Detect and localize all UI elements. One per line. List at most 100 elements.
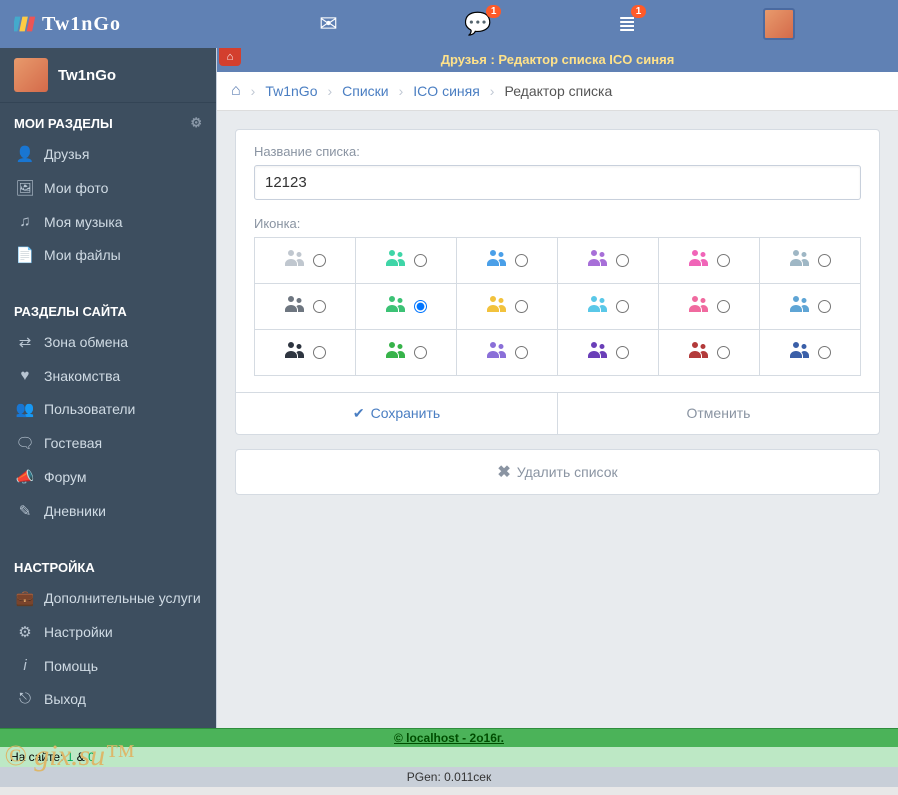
breadcrumb-current: Редактор списка (504, 83, 612, 99)
logo-icon (14, 13, 36, 35)
icon-radio[interactable] (515, 346, 528, 359)
icon-radio[interactable] (616, 346, 629, 359)
sidebar-item-users[interactable]: 👥Пользователи (0, 392, 216, 426)
people-icon (790, 296, 810, 317)
sidebar-section-personal: МОИ РАЗДЕЛЫ ⚙ (0, 103, 216, 137)
icon-option[interactable] (558, 238, 659, 284)
pencil-icon: ✎ (14, 502, 36, 520)
icon-radio[interactable] (616, 300, 629, 313)
sidebar-user[interactable]: Tw1nGo (0, 48, 216, 103)
people-icon (689, 342, 709, 363)
icon-option[interactable] (255, 330, 356, 376)
brand-text: Tw1nGo (42, 13, 121, 36)
page-title-bar: ⌂ Друзья : Редактор списка ICO синяя (217, 48, 898, 72)
gear-icon[interactable]: ⚙ (190, 115, 202, 131)
sidebar-section-site: РАЗДЕЛЫ САЙТА (0, 292, 216, 325)
icon-option[interactable] (558, 284, 659, 330)
icon-radio[interactable] (515, 300, 528, 313)
icon-option[interactable] (760, 284, 861, 330)
icon-option[interactable] (760, 238, 861, 284)
icon-radio[interactable] (717, 300, 730, 313)
list-name-input[interactable] (254, 165, 861, 200)
sidebar-item-photos[interactable]: 🖼Мои фото (0, 171, 216, 205)
sidebar-item-files[interactable]: 📄Мои файлы (0, 238, 216, 272)
chat-button[interactable]: 💬 1 (464, 11, 491, 37)
chevron-right-icon: › (247, 83, 260, 99)
sidebar-item-guestbook[interactable]: 🗨Гостевая (0, 426, 216, 460)
icon-option[interactable] (558, 330, 659, 376)
profile-button[interactable] (763, 8, 795, 40)
envelope-icon: ✉ (319, 11, 337, 37)
icon-radio[interactable] (414, 346, 427, 359)
sidebar-item-exchange[interactable]: ⇄Зона обмена (0, 325, 216, 359)
icon-option[interactable] (457, 284, 558, 330)
notif-badge: 1 (631, 5, 647, 18)
sidebar-item-help[interactable]: iПомощь (0, 649, 216, 682)
breadcrumb-link[interactable]: Tw1nGo (265, 83, 317, 99)
icon-radio[interactable] (818, 346, 831, 359)
save-button[interactable]: ✔Сохранить (236, 393, 558, 434)
exchange-icon: ⇄ (14, 333, 36, 351)
people-icon: 👥 (14, 400, 36, 418)
icon-grid (254, 237, 861, 376)
sidebar-item-friends[interactable]: 👤Друзья (0, 137, 216, 171)
breadcrumb-link[interactable]: Списки (342, 83, 388, 99)
home-icon[interactable]: ⌂ (231, 82, 241, 100)
avatar-icon (763, 8, 795, 40)
close-icon: ✖ (497, 464, 510, 481)
music-icon: ♫ (14, 213, 36, 230)
icon-radio[interactable] (616, 254, 629, 267)
icon-option[interactable] (255, 284, 356, 330)
icon-radio[interactable] (818, 254, 831, 267)
people-icon (386, 250, 406, 271)
sidebar-item-blog[interactable]: ✎Дневники (0, 494, 216, 528)
sidebar-item-services[interactable]: 💼Дополнительные услуги (0, 581, 216, 615)
people-icon (386, 342, 406, 363)
people-icon (588, 296, 608, 317)
icon-radio[interactable] (414, 300, 427, 313)
icon-option[interactable] (659, 238, 760, 284)
icon-option[interactable] (659, 330, 760, 376)
footer-copyright[interactable]: © localhost - 2o16г. (0, 728, 898, 747)
icon-option[interactable] (356, 330, 457, 376)
icon-option[interactable] (356, 284, 457, 330)
brand-logo[interactable]: Tw1nGo (0, 13, 216, 36)
user-icon: 👤 (14, 145, 36, 163)
sidebar-item-logout[interactable]: ⎋Выход (0, 682, 216, 715)
people-icon (285, 296, 305, 317)
sidebar-item-forum[interactable]: 📣Форум (0, 460, 216, 494)
people-icon (588, 250, 608, 271)
icon-radio[interactable] (818, 300, 831, 313)
home-badge-icon[interactable]: ⌂ (219, 48, 241, 66)
icon-label: Иконка: (254, 216, 861, 231)
icon-radio[interactable] (313, 346, 326, 359)
icon-option[interactable] (457, 238, 558, 284)
cancel-button[interactable]: Отменить (558, 393, 879, 434)
icon-radio[interactable] (717, 254, 730, 267)
sidebar-item-dating[interactable]: ♥Знакомства (0, 359, 216, 392)
people-icon (790, 250, 810, 271)
main-content: ⌂ Друзья : Редактор списка ICO синяя ⌂ ›… (216, 48, 898, 728)
icon-option[interactable] (457, 330, 558, 376)
icon-radio[interactable] (414, 254, 427, 267)
people-icon (386, 296, 406, 317)
footer-stats: На сайте: 1 & 0 © gix.su™ (0, 747, 898, 767)
icon-radio[interactable] (717, 346, 730, 359)
delete-list-button[interactable]: ✖Удалить список (235, 449, 880, 495)
icon-radio[interactable] (313, 300, 326, 313)
file-icon: 📄 (14, 246, 36, 264)
notifications-button[interactable]: ≣ 1 (618, 11, 636, 37)
icon-option[interactable] (255, 238, 356, 284)
icon-option[interactable] (760, 330, 861, 376)
breadcrumb-link[interactable]: ICO синяя (413, 83, 480, 99)
icon-option[interactable] (356, 238, 457, 284)
messages-button[interactable]: ✉ (319, 11, 337, 37)
sidebar-item-music[interactable]: ♫Моя музыка (0, 205, 216, 238)
icon-option[interactable] (659, 284, 760, 330)
icon-radio[interactable] (515, 254, 528, 267)
sidebar-section-settings: НАСТРОЙКА (0, 548, 216, 581)
list-editor-card: Название списка: Иконка: ✔Сохранить Отме… (235, 129, 880, 435)
people-icon (689, 250, 709, 271)
icon-radio[interactable] (313, 254, 326, 267)
sidebar-item-settings[interactable]: ⚙Настройки (0, 615, 216, 649)
